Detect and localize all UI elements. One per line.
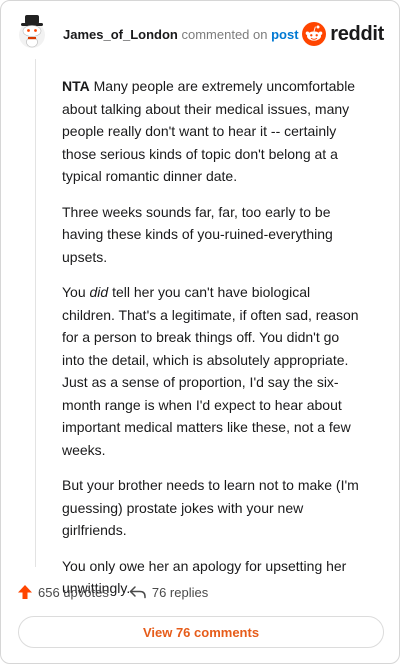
thread-line[interactable] [35,59,36,567]
comment-paragraph: Three weeks sounds far, far, too early t… [62,203,333,265]
upvote-count: 656 upvotes [38,584,109,600]
username-link[interactable]: James_of_London [63,27,178,42]
comment-actions: 656 upvotes 76 replies [17,582,208,602]
comment-action-text: commented on [181,27,268,42]
reddit-logo[interactable]: reddit [302,21,384,47]
comment-paragraph: But your brother needs to learn not to m… [62,477,359,538]
comment-paragraph-text: tell her you can't have biological child… [62,284,359,458]
comment-body: NTA Many people are extremely uncomforta… [62,75,362,613]
comment-paragraph-text: Many people are extremely uncomfortable … [62,78,356,184]
user-avatar-icon[interactable] [14,14,50,50]
replies-count: 76 replies [151,584,209,600]
post-link[interactable]: post [271,27,298,42]
comment-attribution: James_of_London commented on post [63,27,299,43]
upvote-arrow-icon [18,585,32,599]
upvote-button[interactable]: 656 upvotes [17,584,109,600]
comment-paragraph: You did tell her you can't have biologic… [62,281,362,461]
comment-paragraph-text: You [62,284,90,300]
replies-button[interactable]: 76 replies [129,585,208,600]
comment-header: James_of_London commented on post reddit [1,1,399,65]
comment-card: James_of_London commented on post reddit… [0,0,400,664]
reddit-wordmark: reddit [330,22,384,45]
reddit-alien-icon [302,22,327,46]
reply-arrow-icon [129,586,146,599]
comment-emphasis: did [89,284,109,300]
comment-lead: NTA [62,78,90,94]
comment-paragraph: NTA Many people are extremely uncomforta… [62,75,362,188]
view-comments-button[interactable]: View 76 comments [18,616,384,648]
